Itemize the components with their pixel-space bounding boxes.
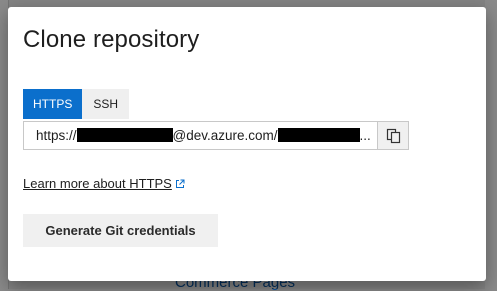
external-link-icon — [175, 179, 185, 188]
url-ellipsis: ... — [359, 128, 371, 143]
tab-https[interactable]: HTTPS — [23, 89, 83, 119]
url-host: @dev.azure.com/ — [172, 128, 278, 143]
redacted-path — [277, 128, 360, 142]
copy-url-button[interactable] — [377, 121, 409, 150]
redacted-username — [76, 128, 173, 142]
learn-more-label: Learn more about HTTPS — [23, 176, 172, 191]
clone-url-field[interactable]: https:// @dev.azure.com/... — [23, 121, 378, 150]
clone-repository-dialog: Clone repository HTTPS SSH https:// @dev.… — [8, 7, 486, 281]
tab-ssh[interactable]: SSH — [82, 89, 130, 119]
generate-git-credentials-button[interactable]: Generate Git credentials — [23, 214, 218, 247]
protocol-tabs: HTTPS SSH — [23, 89, 130, 119]
learn-more-https-link[interactable]: Learn more about HTTPS — [23, 176, 185, 191]
url-prefix: https:// — [36, 128, 77, 143]
dialog-title: Clone repository — [23, 26, 200, 53]
